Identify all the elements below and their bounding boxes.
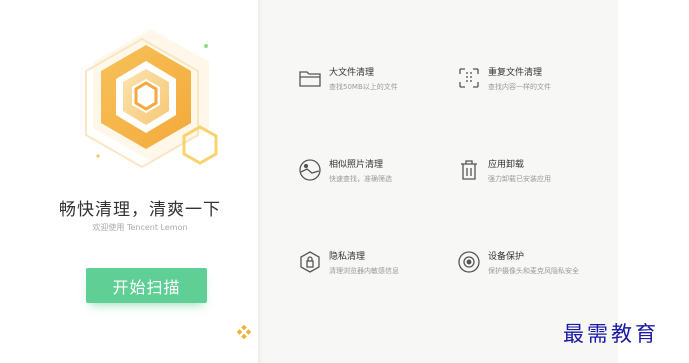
tool-privacy-cleanup[interactable]: 隐私清理 清理浏览器内敏感信息 [298,250,399,276]
lemon-hexagon-logo-icon [85,29,218,169]
tool-large-file-cleanup[interactable]: 大文件清理 查找50MB以上的文件 [298,66,398,92]
watermark-text: 最需教育 [563,322,659,346]
tool-title: 重复文件清理 [488,68,543,78]
welcome-headline: 畅快清理，清爽一下 [59,200,221,220]
tool-title: 相似照片清理 [329,160,384,170]
tool-title: 设备保护 [488,252,525,262]
tool-title: 应用卸载 [488,160,525,170]
tool-desc: 强力卸载已安装应用 [488,175,551,183]
welcome-subline: 欢迎使用 Tencent Lemon [92,223,188,232]
tool-desc: 查找内容一样的文件 [488,83,551,91]
tool-device-protection[interactable]: 设备保护 保护摄像头和麦克风隐私安全 [457,250,579,276]
tool-title: 隐私清理 [329,252,366,262]
right-edge-strip [618,0,689,363]
tool-desc: 保护摄像头和麦克风隐私安全 [488,267,579,275]
tool-app-uninstall[interactable]: 应用卸载 强力卸载已安装应用 [457,158,551,184]
tool-desc: 查找50MB以上的文件 [329,83,398,91]
photo-icon [298,158,322,182]
tool-title: 大文件清理 [329,68,375,78]
folder-icon [298,66,322,90]
tools-panel: 大文件清理 查找50MB以上的文件 重复文件清理 查找内容一样的文件 相似照片清… [258,0,618,363]
diamond-cluster-icon [237,325,251,339]
start-scan-button[interactable]: 开始扫描 [86,268,207,303]
camera-icon [457,250,481,274]
duplicate-icon [457,66,481,90]
tool-similar-photo-cleanup[interactable]: 相似照片清理 快速查找，准确筛选 [298,158,392,184]
left-panel: 畅快清理，清爽一下 欢迎使用 Tencent Lemon 开始扫描 [0,0,258,363]
trash-icon [457,158,481,182]
tool-desc: 清理浏览器内敏感信息 [329,267,399,275]
tool-duplicate-file-cleanup[interactable]: 重复文件清理 查找内容一样的文件 [457,66,551,92]
tool-desc: 快速查找，准确筛选 [329,175,392,183]
shield-icon [298,250,322,274]
